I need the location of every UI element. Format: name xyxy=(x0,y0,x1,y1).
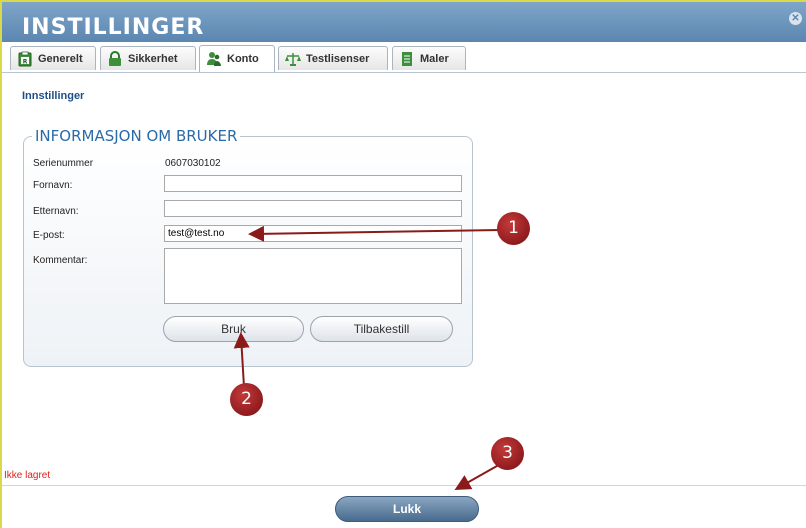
annotation-marker-1: 1 xyxy=(497,212,530,245)
arrow-2 xyxy=(233,332,250,388)
arrow-1 xyxy=(248,225,501,242)
annotation-arrows xyxy=(233,225,505,490)
annotation-marker-3: 3 xyxy=(491,437,524,470)
annotation-marker-2: 2 xyxy=(230,383,263,416)
